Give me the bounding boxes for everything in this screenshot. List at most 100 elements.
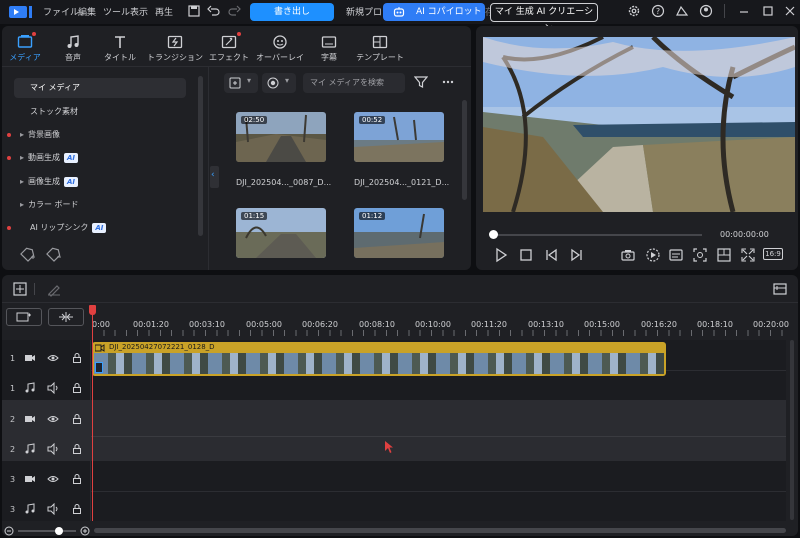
tab-audio-label: 音声 — [65, 53, 81, 62]
subtitle-icon — [321, 34, 337, 50]
speaker-icon[interactable] — [47, 382, 59, 394]
draw-marker-icon[interactable] — [46, 281, 62, 297]
lock-icon[interactable] — [71, 382, 83, 394]
menu-edit[interactable]: 編集 — [78, 5, 96, 18]
playhead-handle[interactable] — [89, 305, 96, 315]
subtitle-toggle-icon[interactable] — [668, 247, 684, 263]
undo-icon[interactable] — [207, 4, 223, 20]
redo-icon[interactable] — [227, 4, 243, 20]
tab-overlay[interactable]: オーバーレイ — [255, 34, 305, 62]
collapse-sidebar-button[interactable]: ‹ — [210, 166, 219, 188]
visibility-eye-icon[interactable] — [47, 413, 59, 425]
sidebar-item-stock[interactable]: ストック素材 — [14, 102, 186, 122]
zoom-out-icon[interactable] — [4, 526, 14, 536]
visibility-eye-icon[interactable] — [47, 473, 59, 485]
lock-icon[interactable] — [71, 473, 83, 485]
tab-audio[interactable]: 音声 — [52, 34, 94, 62]
tab-effect[interactable]: エフェクト — [208, 34, 250, 62]
lock-icon[interactable] — [71, 503, 83, 515]
aspect-ratio-button[interactable]: 16:9 — [763, 248, 783, 260]
sidebar-scrollbar[interactable] — [198, 76, 203, 236]
close-icon[interactable] — [783, 4, 799, 20]
ai-copilot-label: AI コパイロット — [416, 7, 482, 17]
fullscreen-icon[interactable] — [740, 247, 756, 263]
sidebar-item-background[interactable]: ▸ 背景画像 — [14, 125, 186, 145]
timeline-vertical-scrollbar[interactable] — [790, 340, 794, 520]
add-track-button[interactable] — [6, 308, 42, 326]
media-thumbnail[interactable]: 00:52 — [354, 112, 444, 162]
menu-tools[interactable]: ツール — [103, 5, 130, 18]
ai-creation-button[interactable]: マイ 生成 AI クリエーション — [490, 3, 598, 34]
split-tool-button[interactable] — [48, 308, 84, 326]
render-preview-icon[interactable] — [645, 247, 661, 263]
help-icon[interactable]: ? — [651, 4, 667, 20]
import-dropdown[interactable]: ▾ — [224, 73, 258, 93]
media-search-field[interactable]: マイ メディアを検索 — [303, 73, 405, 93]
speaker-icon[interactable] — [47, 443, 59, 455]
clip-keyframe-marker — [95, 362, 103, 373]
tab-template[interactable]: テンプレート — [355, 34, 405, 62]
zoom-slider-knob[interactable] — [55, 527, 63, 535]
snapshot-camera-icon[interactable] — [620, 247, 636, 263]
tab-media[interactable]: メディア — [4, 34, 46, 62]
media-thumbnail[interactable]: 02:50 — [236, 112, 326, 162]
next-frame-icon[interactable] — [568, 247, 584, 263]
tab-overlay-label: オーバーレイ — [256, 53, 304, 62]
tab-subtitle[interactable]: 字幕 — [308, 34, 350, 62]
play-icon[interactable] — [493, 247, 509, 263]
menu-file[interactable]: ファイル — [43, 5, 79, 18]
remove-folder-icon[interactable] — [46, 246, 62, 262]
snap-grid-icon[interactable] — [12, 281, 28, 297]
filter-icon[interactable] — [414, 75, 428, 89]
media-scrollbar[interactable] — [462, 100, 467, 200]
tab-title[interactable]: タイトル — [99, 34, 141, 62]
media-thumbnail[interactable]: 01:12 — [354, 208, 444, 258]
lock-icon[interactable] — [71, 352, 83, 364]
chevron-right-icon: ▸ — [20, 200, 25, 209]
menu-playback[interactable]: 再生 — [155, 5, 173, 18]
overlay-icon — [272, 34, 288, 50]
sidebar-item-lipsync[interactable]: AI リップシンク AI — [14, 218, 186, 238]
video-clip[interactable]: DJI_20250427072221_0128_D — [92, 342, 666, 376]
timeline-horizontal-scrollbar[interactable] — [94, 528, 786, 533]
save-icon[interactable] — [187, 4, 203, 20]
lock-icon[interactable] — [71, 443, 83, 455]
safe-zone-icon[interactable] — [716, 247, 732, 263]
more-options-icon[interactable] — [441, 75, 455, 89]
minimize-icon[interactable] — [737, 4, 753, 20]
stop-icon[interactable] — [518, 247, 534, 263]
text-icon — [112, 34, 128, 50]
tab-transition[interactable]: トランジション — [146, 34, 204, 62]
timeline-playhead[interactable] — [92, 306, 93, 521]
playback-progress-track[interactable] — [490, 234, 702, 236]
split-icon — [58, 311, 74, 323]
ai-copilot-button[interactable]: AI コパイロット — [383, 3, 485, 21]
feedback-icon[interactable] — [675, 4, 691, 20]
tab-subtitle-label: 字幕 — [321, 53, 337, 62]
account-icon[interactable] — [699, 4, 715, 20]
sidebar-item-image-gen[interactable]: ▸ 画像生成 AI — [14, 172, 186, 192]
media-thumbnail[interactable]: 01:15 — [236, 208, 326, 258]
record-dropdown[interactable]: ▾ — [262, 73, 296, 93]
timeline-settings-icon[interactable] — [772, 281, 788, 297]
sidebar-item-color-board[interactable]: ▸ カラー ボード — [14, 195, 186, 215]
zoom-in-icon[interactable] — [80, 526, 90, 536]
export-button[interactable]: 書き出し — [250, 3, 334, 21]
ai-badge: AI — [92, 222, 107, 233]
speaker-icon[interactable] — [47, 503, 59, 515]
zoom-slider-track[interactable] — [18, 530, 76, 532]
settings-icon[interactable] — [627, 4, 643, 20]
sidebar-item-video-gen[interactable]: ▸ 動画生成 AI — [14, 148, 186, 168]
visibility-eye-icon[interactable] — [47, 352, 59, 364]
sidebar-item-my-media[interactable]: マイ メディア — [14, 78, 186, 98]
previous-frame-icon[interactable] — [544, 247, 560, 263]
video-preview[interactable] — [483, 37, 795, 212]
panel-divider — [208, 66, 209, 270]
lock-icon[interactable] — [71, 413, 83, 425]
maximize-icon[interactable] — [761, 4, 777, 20]
zoom-fit-icon[interactable] — [692, 247, 708, 263]
duration-badge: 02:50 — [241, 116, 268, 124]
playhead-knob[interactable] — [489, 230, 498, 239]
add-folder-icon[interactable] — [20, 246, 36, 262]
menu-view[interactable]: 表示 — [130, 5, 148, 18]
